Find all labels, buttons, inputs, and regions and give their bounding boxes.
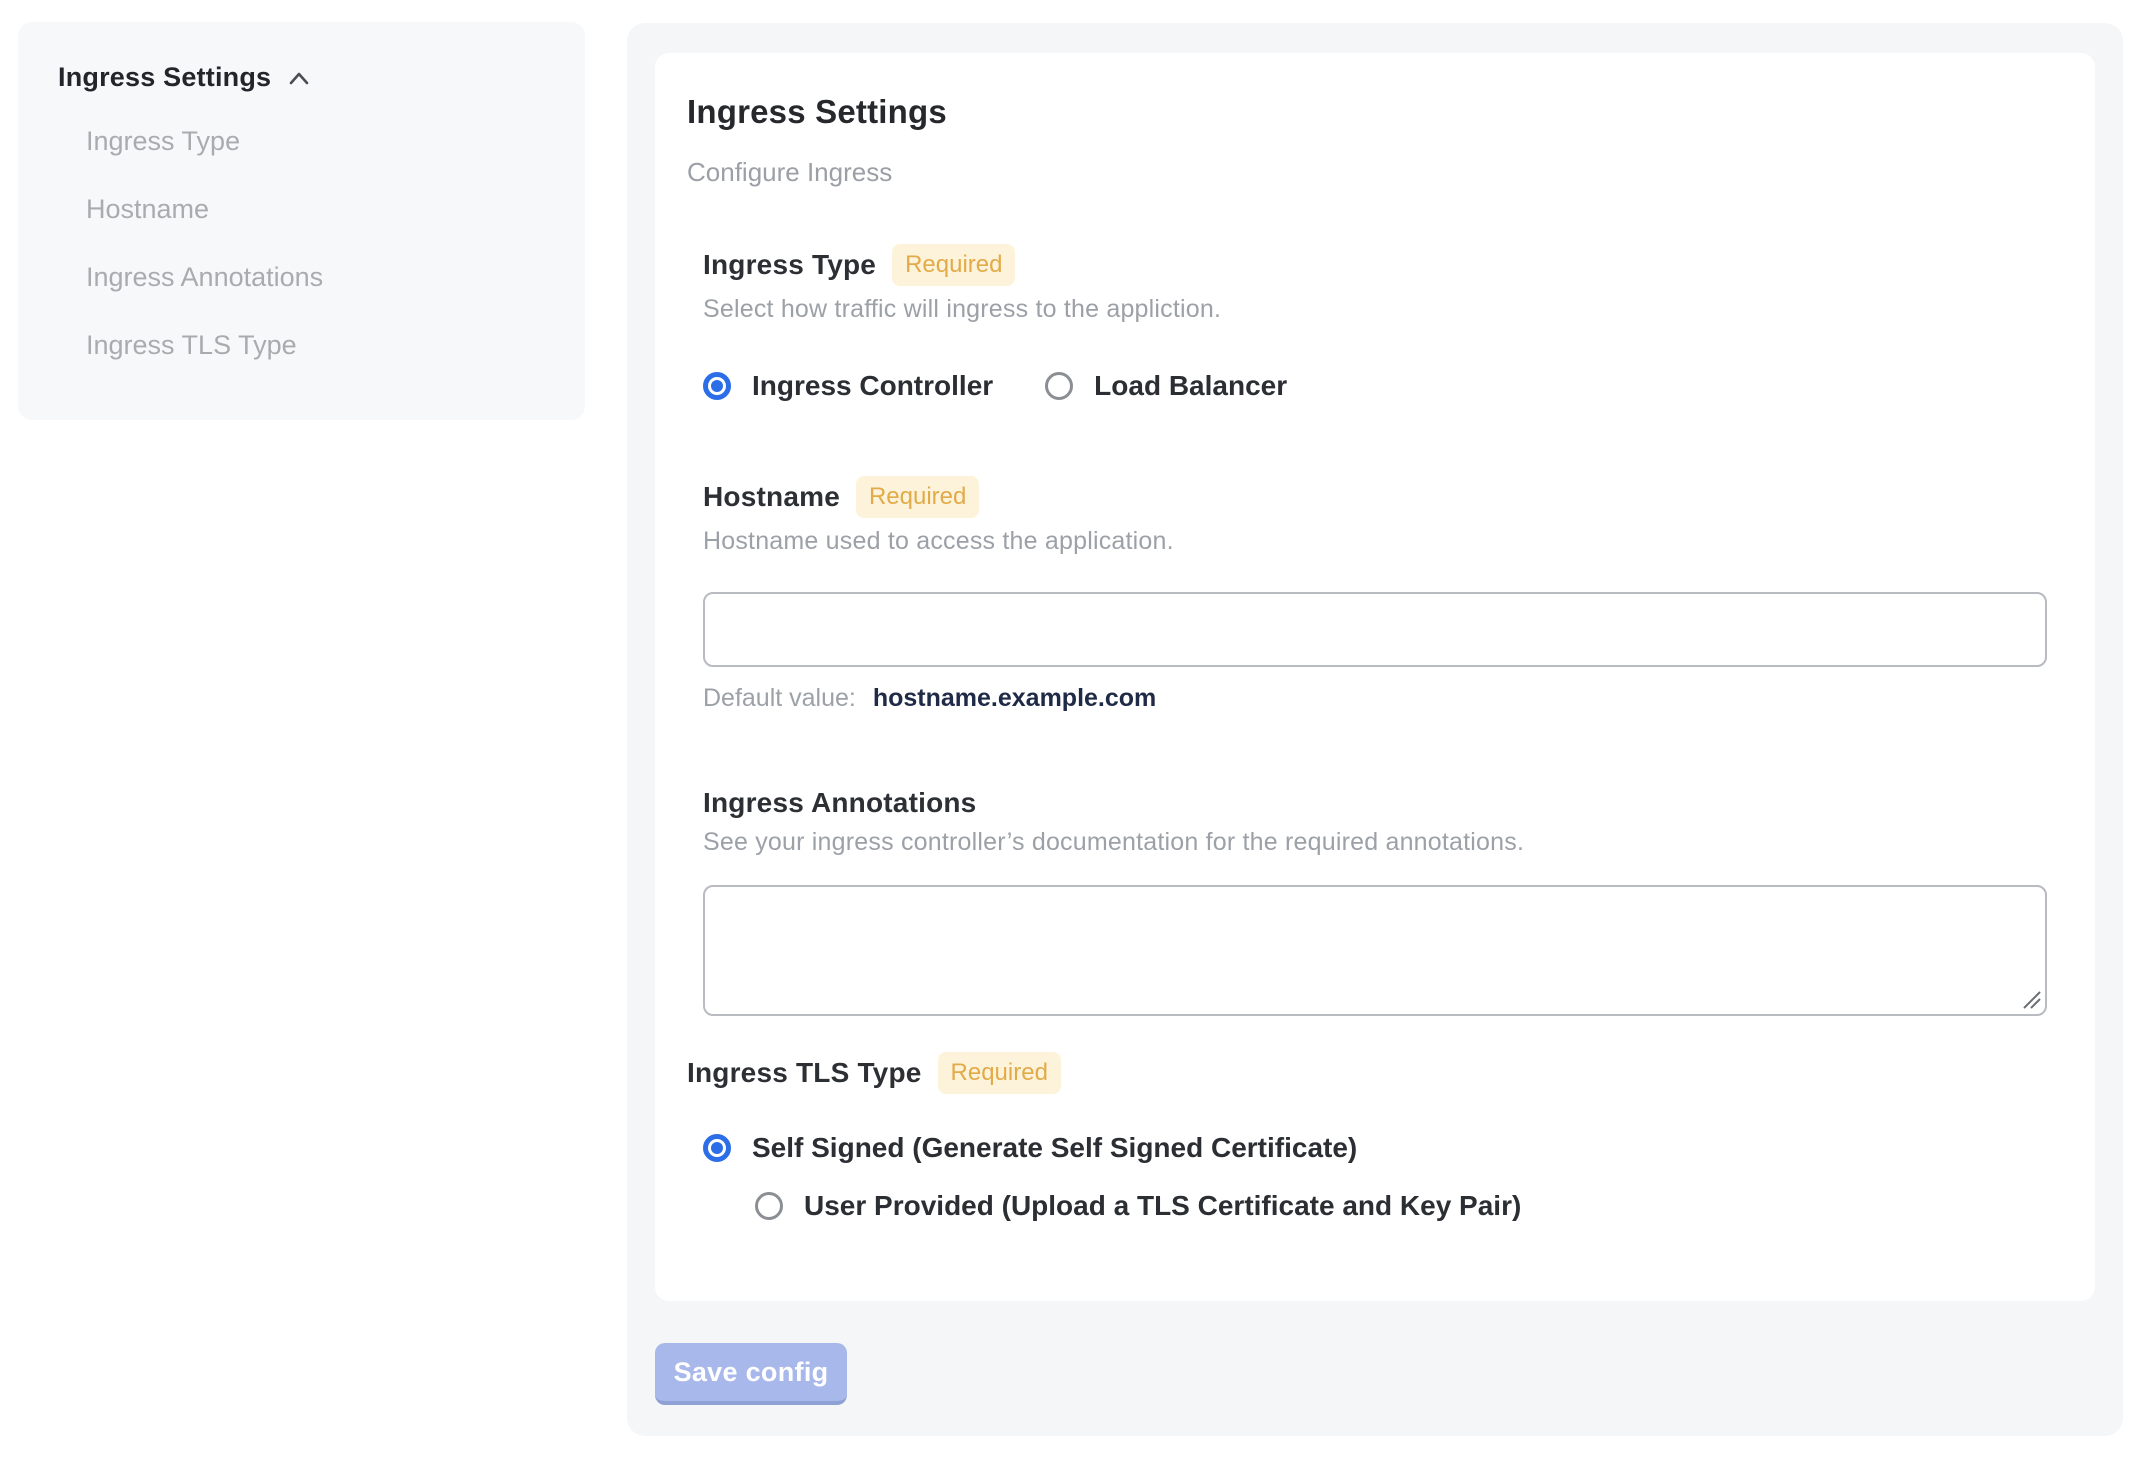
section-ingress-annotations: Ingress Annotations See your ingress con… [703, 787, 2047, 1016]
radio-option-label: Ingress Controller [752, 370, 994, 401]
ingress-tls-type-label: Ingress TLS Type [687, 1057, 922, 1088]
ingress-type-options: Ingress Controller Load Balancer [703, 370, 2047, 402]
sidebar-items: Ingress Type Hostname Ingress Annotation… [58, 107, 549, 379]
sidebar-item-ingress-tls-type[interactable]: Ingress TLS Type [58, 311, 549, 379]
hostname-description: Hostname used to access the application. [703, 527, 1174, 555]
radio-selected-icon[interactable] [703, 1134, 731, 1162]
default-value-prefix: Default value: [703, 684, 856, 712]
settings-panel: Ingress Settings Configure Ingress Ingre… [627, 23, 2123, 1436]
required-badge: Required [855, 476, 980, 518]
save-config-button[interactable]: Save config [655, 1343, 847, 1405]
page: Ingress Settings Ingress Type Hostname I… [0, 0, 2156, 1474]
card-subtitle: Configure Ingress [687, 157, 893, 187]
hostname-input[interactable] [703, 592, 2047, 667]
radio-option-label: Self Signed (Generate Self Signed Certif… [752, 1132, 1358, 1163]
radio-option-self-signed[interactable]: Self Signed (Generate Self Signed Certif… [703, 1132, 2047, 1164]
ingress-annotations-label: Ingress Annotations [703, 787, 977, 818]
radio-selected-icon[interactable] [703, 372, 731, 400]
ingress-settings-card: Ingress Settings Configure Ingress Ingre… [655, 53, 2095, 1301]
sidebar-item-hostname[interactable]: Hostname [58, 175, 549, 243]
sidebar-section-toggle[interactable]: Ingress Settings [58, 62, 549, 93]
hostname-label: Hostname [703, 481, 840, 512]
settings-sidebar: Ingress Settings Ingress Type Hostname I… [18, 22, 585, 420]
ingress-type-description: Select how traffic will ingress to the a… [703, 295, 1222, 323]
annotations-textarea-wrap [703, 885, 2047, 1016]
section-hostname: Hostname Required Hostname used to acces… [703, 476, 2047, 713]
radio-unselected-icon[interactable] [1045, 372, 1074, 400]
hostname-default-row: Default value: hostname.example.com [703, 684, 2047, 713]
section-ingress-tls-type: Ingress TLS Type Required Self Signed (G… [687, 1052, 2047, 1222]
sidebar-item-ingress-type[interactable]: Ingress Type [58, 107, 549, 175]
default-value-text: hostname.example.com [872, 684, 1157, 712]
tls-options: Self Signed (Generate Self Signed Certif… [703, 1132, 2047, 1222]
section-ingress-type: Ingress Type Required Select how traffic… [703, 244, 2047, 402]
radio-unselected-icon[interactable] [755, 1192, 783, 1220]
sidebar-section-title: Ingress Settings [58, 62, 272, 92]
chevron-up-icon [289, 72, 309, 84]
radio-option-user-provided[interactable]: User Provided (Upload a TLS Certificate … [755, 1190, 2047, 1222]
ingress-annotations-description: See your ingress controller’s documentat… [703, 828, 1525, 856]
radio-option-load-balancer[interactable]: Load Balancer [1045, 370, 1287, 402]
required-badge: Required [892, 244, 1016, 286]
sidebar-item-ingress-annotations[interactable]: Ingress Annotations [58, 243, 549, 311]
radio-option-label: Load Balancer [1094, 370, 1288, 401]
required-badge: Required [937, 1052, 1061, 1094]
annotations-textarea[interactable] [703, 885, 2047, 1016]
card-title: Ingress Settings [687, 93, 947, 130]
ingress-type-label: Ingress Type [703, 249, 877, 280]
radio-option-ingress-controller[interactable]: Ingress Controller [703, 370, 993, 402]
radio-option-label: User Provided (Upload a TLS Certificate … [804, 1190, 1522, 1221]
